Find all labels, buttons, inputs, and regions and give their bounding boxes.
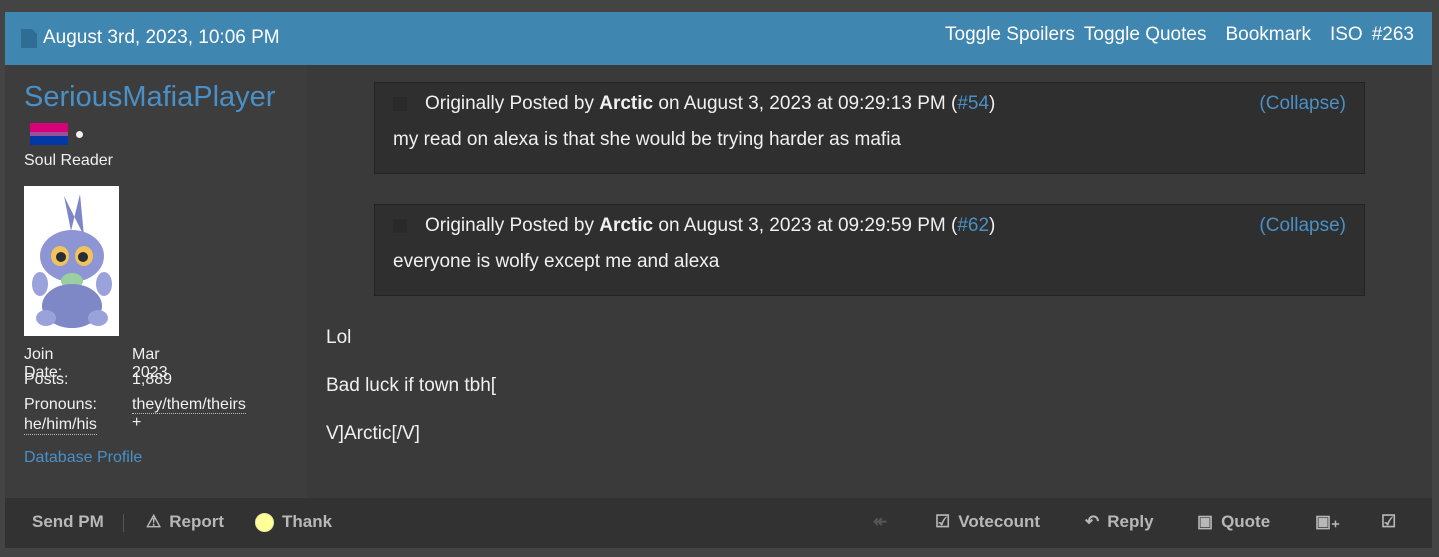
avatar-creature-icon <box>24 186 119 336</box>
post-content: Originally Posted by Arctic on August 3,… <box>307 65 1432 498</box>
bookmark-link[interactable]: Bookmark <box>1225 24 1311 46</box>
multi-quote-button[interactable]: ▣₊ <box>1315 512 1340 532</box>
message-line: V]Arctic[/V] <box>326 423 420 444</box>
checkbox-icon: ☑ <box>935 512 951 531</box>
message-line: Bad luck if town tbh[ <box>326 375 497 396</box>
multi-quote-icon: ▣₊ <box>1315 512 1341 531</box>
moderation-checkbox[interactable]: ☑ <box>1381 512 1396 532</box>
quote-meta: on August 3, 2023 at 09:29:59 PM ( <box>658 215 958 236</box>
quote-header: Originally Posted by Arctic on August 3,… <box>393 215 995 237</box>
report-label: Report <box>169 512 225 531</box>
quote-button[interactable]: ▣ Quote <box>1197 512 1270 532</box>
reply-arrow-icon: ↞ <box>873 512 888 531</box>
quote-block: Originally Posted by Arctic on August 3,… <box>374 204 1365 296</box>
quote-prefix: Originally Posted by <box>425 93 594 114</box>
pronouns-secondary: he/him/his <box>24 416 97 435</box>
forum-post: August 3rd, 2023, 10:06 PM Toggle Spoile… <box>5 12 1432 548</box>
multi-reply-button[interactable]: ↞ <box>873 512 887 532</box>
toggle-spoilers-link[interactable]: Toggle Spoilers <box>945 24 1075 46</box>
pronouns-label: Pronouns: <box>24 396 97 413</box>
divider <box>123 514 124 532</box>
votecount-label: Votecount <box>958 512 1041 531</box>
thank-button[interactable]: Thank <box>255 512 332 532</box>
post-actions: Toggle Spoilers Toggle Quotes Bookmark I… <box>945 24 1414 46</box>
send-pm-button[interactable]: Send PM <box>32 512 104 532</box>
post-date-wrap: August 3rd, 2023, 10:06 PM <box>21 27 280 49</box>
posts-value: 1,889 <box>132 371 173 388</box>
quote-icon <box>393 219 407 233</box>
quote-post-link[interactable]: #54 <box>957 93 989 115</box>
quote-author: Arctic <box>599 215 654 236</box>
pronouns-value: they/them/theirs + <box>132 396 246 432</box>
quote-bubble-icon: ▣ <box>1197 512 1214 531</box>
reply-button[interactable]: ↶ Reply <box>1085 512 1154 532</box>
avatar[interactable] <box>24 186 119 336</box>
quote-suffix: ) <box>989 93 996 114</box>
quote-block: Originally Posted by Arctic on August 3,… <box>374 82 1365 174</box>
user-info-panel: SeriousMafiaPlayer Soul Reader Join Date… <box>5 65 307 498</box>
quote-post-link[interactable]: #62 <box>957 215 989 237</box>
report-button[interactable]: ⚠ Report <box>146 512 224 532</box>
collapse-quote-link[interactable]: (Collapse) <box>1259 93 1346 115</box>
quote-text: my read on alexa is that she would be tr… <box>393 129 901 150</box>
database-profile-link[interactable]: Database Profile <box>24 449 142 467</box>
document-icon <box>21 28 37 48</box>
reply-icon: ↶ <box>1085 512 1100 531</box>
post-number-link[interactable]: #263 <box>1372 24 1414 46</box>
thank-label: Thank <box>282 512 333 531</box>
online-status-icon <box>76 130 83 138</box>
post-footer: Send PM ⚠ Report Thank ↞ ☑ Votecount ↶ R… <box>5 498 1432 548</box>
bi-flag-icon <box>30 123 68 146</box>
iso-link[interactable]: ISO <box>1330 24 1363 46</box>
pronouns-joiner: + <box>132 414 142 431</box>
quote-text: everyone is wolfy except me and alexa <box>393 251 720 272</box>
toggle-quotes-link[interactable]: Toggle Quotes <box>1084 24 1207 46</box>
send-pm-label: Send PM <box>32 512 104 531</box>
quote-suffix: ) <box>989 215 996 236</box>
pronouns-primary: they/them/theirs <box>132 396 246 414</box>
thank-icon <box>255 512 274 532</box>
quote-author: Arctic <box>599 93 654 114</box>
reply-label: Reply <box>1107 512 1154 531</box>
quote-prefix: Originally Posted by <box>425 215 594 236</box>
username-link[interactable]: SeriousMafiaPlayer <box>24 81 275 113</box>
post-date: August 3rd, 2023, 10:06 PM <box>43 27 280 48</box>
message-line: Lol <box>326 327 352 348</box>
quote-header: Originally Posted by Arctic on August 3,… <box>393 93 995 115</box>
votecount-button[interactable]: ☑ Votecount <box>935 512 1040 532</box>
quote-label: Quote <box>1221 512 1271 531</box>
warning-icon: ⚠ <box>146 512 162 531</box>
check-square-icon: ☑ <box>1381 512 1397 531</box>
posts-label: Posts: <box>24 371 69 388</box>
quote-meta: on August 3, 2023 at 09:29:13 PM ( <box>658 93 958 114</box>
post-header: August 3rd, 2023, 10:06 PM Toggle Spoile… <box>5 12 1432 65</box>
username-block: SeriousMafiaPlayer <box>24 79 294 151</box>
quote-icon <box>393 97 407 111</box>
user-title: Soul Reader <box>24 152 113 169</box>
collapse-quote-link[interactable]: (Collapse) <box>1259 215 1346 237</box>
